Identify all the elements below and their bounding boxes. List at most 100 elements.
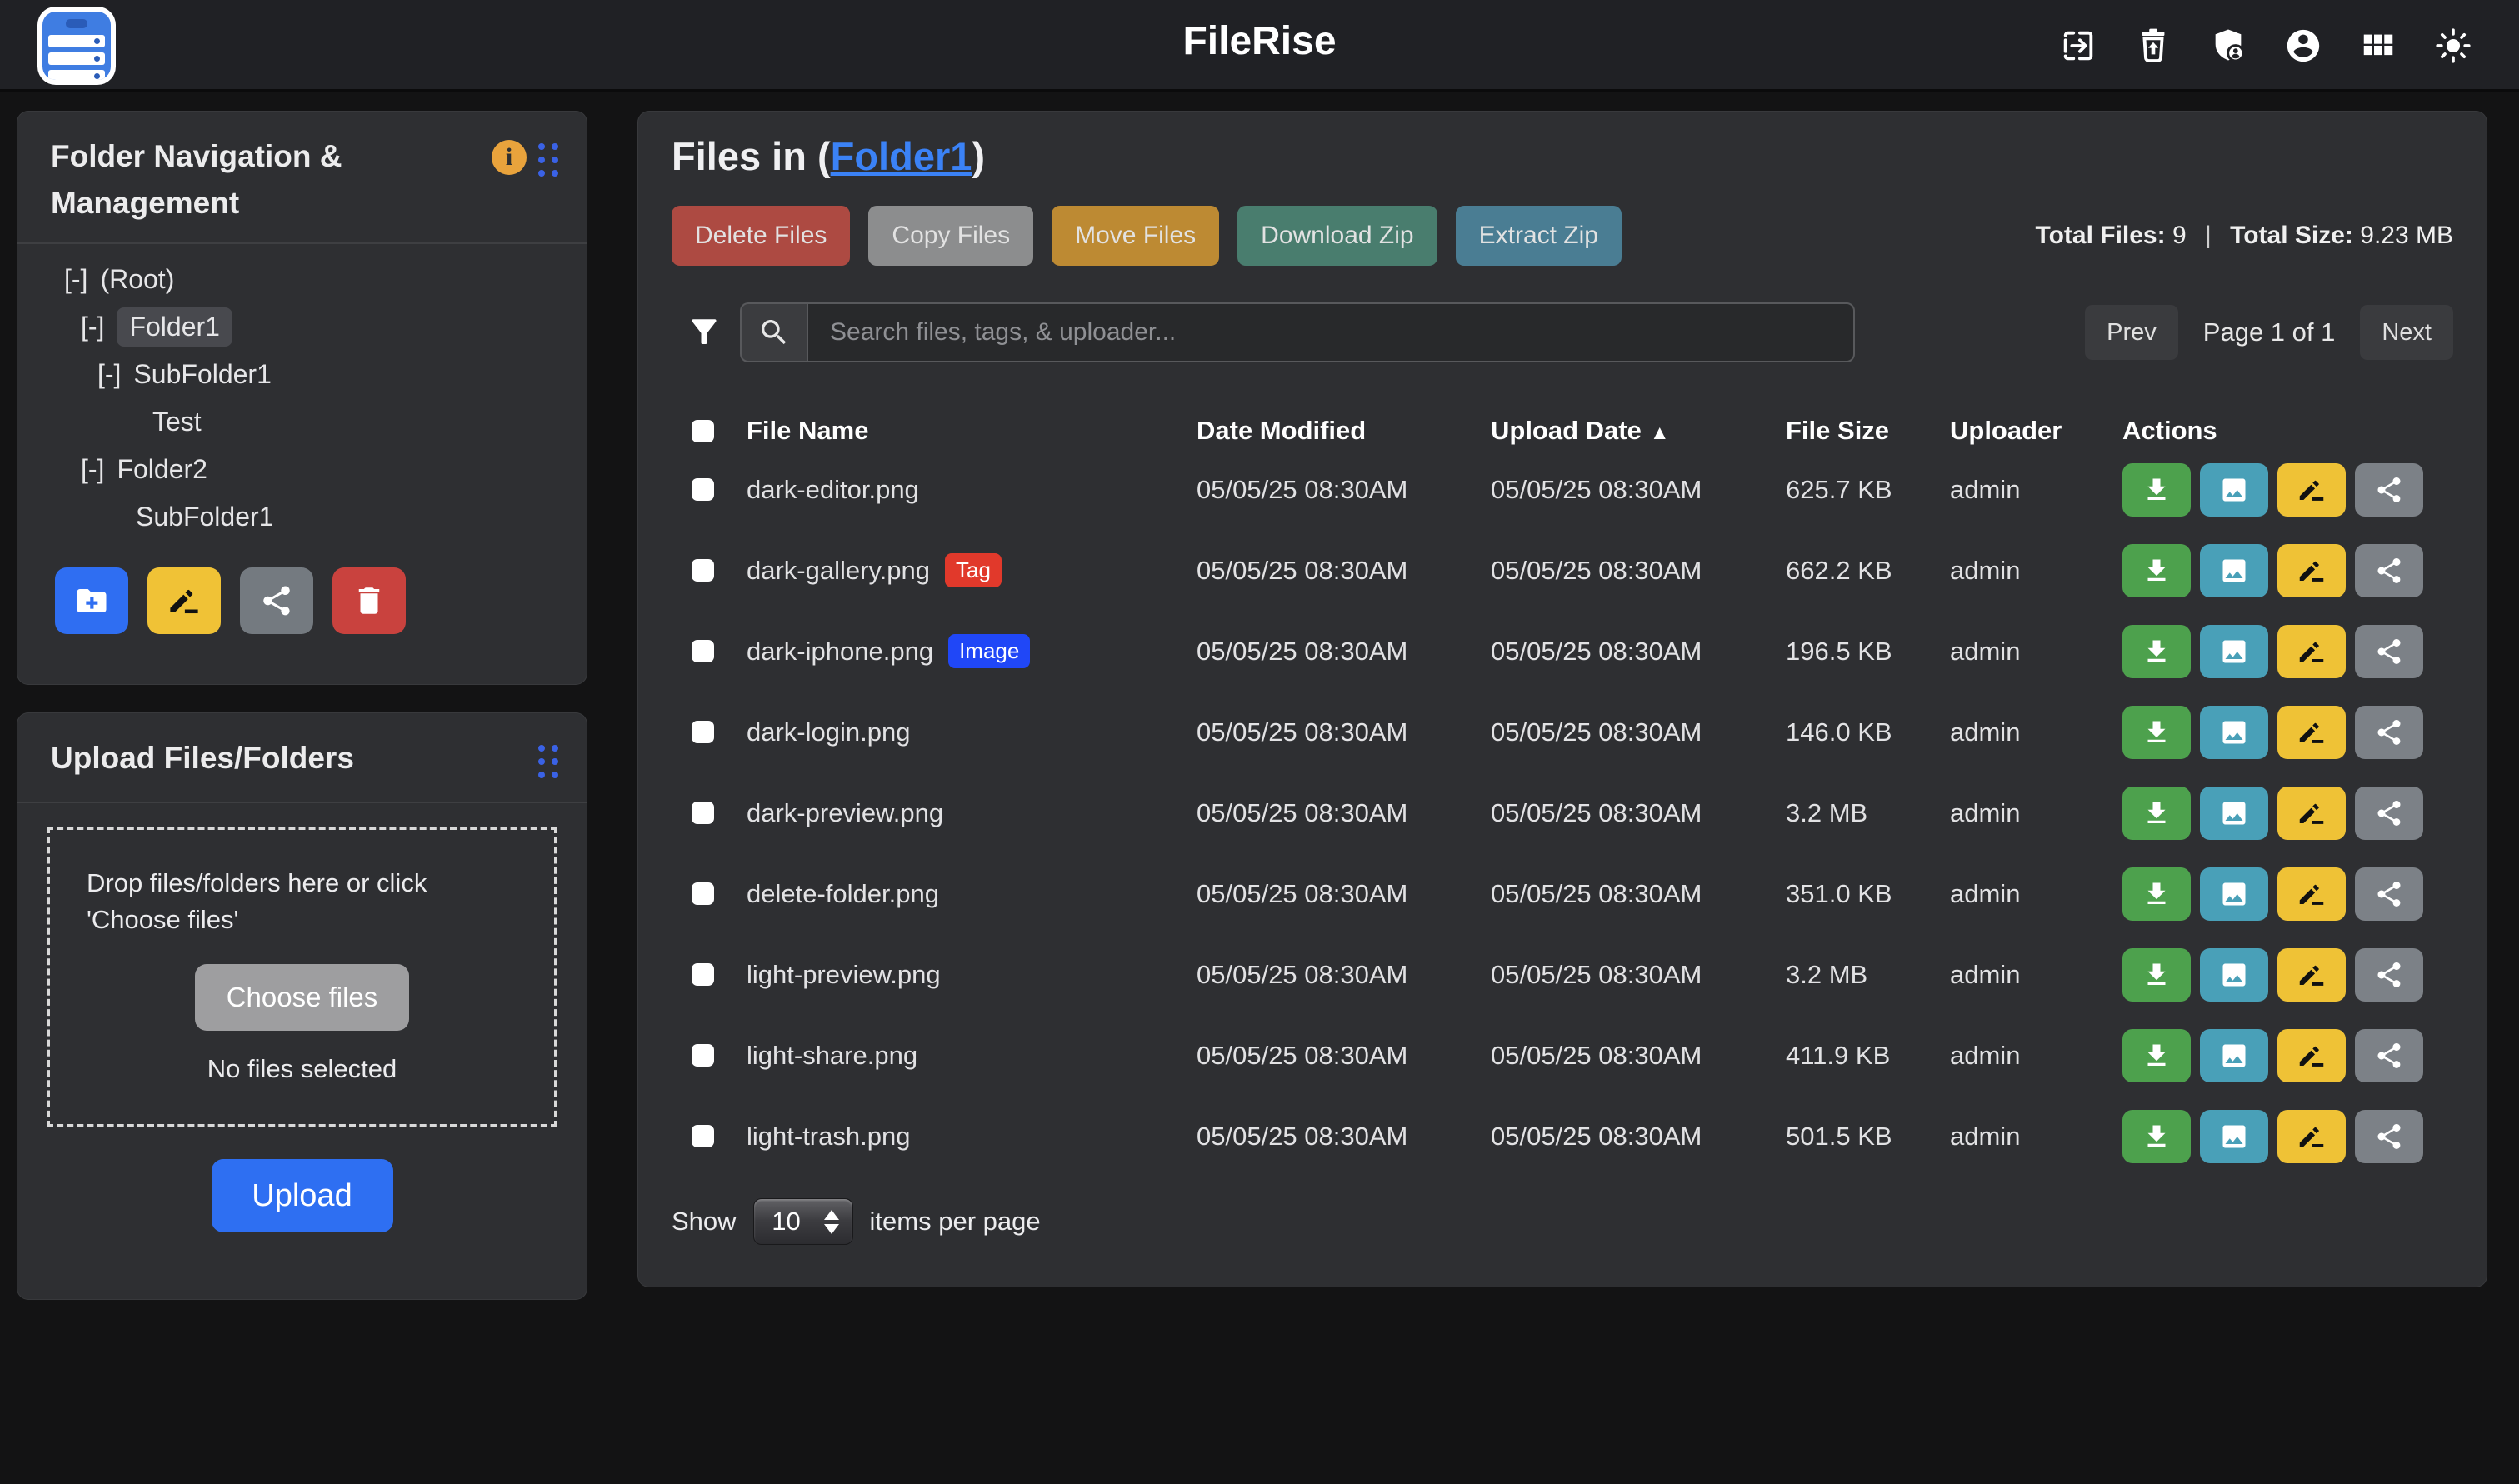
share-file-button[interactable] [2355,948,2423,1002]
share-file-button[interactable] [2355,867,2423,921]
create-folder-button[interactable] [55,567,128,634]
folder-tree-item-subfolder1[interactable]: SubFolder1 [17,493,587,541]
collapse-toggle[interactable]: [-] [64,264,87,295]
drag-handle-icon[interactable] [538,143,558,177]
folder-tree-item-folder2[interactable]: [-]Folder2 [17,446,587,493]
preview-image-button[interactable] [2200,1110,2268,1163]
info-icon[interactable]: i [492,140,527,175]
preview-image-button[interactable] [2200,706,2268,759]
download-file-button[interactable] [2122,544,2191,597]
delete-files-button[interactable]: Delete Files [672,206,850,266]
file-name[interactable]: dark-iphone.png [747,637,933,667]
file-tag-badge: Tag [945,553,1002,587]
rename-file-button[interactable] [2277,867,2346,921]
preview-image-button[interactable] [2200,867,2268,921]
collapse-toggle[interactable]: [-] [81,454,104,485]
extract-zip-button[interactable]: Extract Zip [1456,206,1622,266]
items-per-page-select[interactable]: 10 [753,1198,853,1245]
download-file-button[interactable] [2122,706,2191,759]
preview-image-button[interactable] [2200,787,2268,840]
column-header-actions[interactable]: Actions [2122,416,2453,446]
preview-image-button[interactable] [2200,1029,2268,1082]
search-input[interactable] [807,302,1855,362]
share-file-button[interactable] [2355,1110,2423,1163]
rename-file-button[interactable] [2277,463,2346,517]
file-name[interactable]: dark-preview.png [747,798,943,828]
row-checkbox[interactable] [692,802,714,824]
folder-tree-item-folder1[interactable]: [-]Folder1 [17,303,587,351]
row-checkbox[interactable] [692,559,714,582]
file-name[interactable]: delete-folder.png [747,879,939,909]
row-checkbox[interactable] [692,640,714,662]
rename-file-button[interactable] [2277,948,2346,1002]
row-checkbox[interactable] [692,882,714,905]
search-icon[interactable] [740,302,807,362]
trash-restore-icon[interactable] [2134,27,2172,65]
file-name[interactable]: light-preview.png [747,960,941,990]
file-name[interactable]: light-share.png [747,1041,917,1071]
filter-icon[interactable] [687,315,722,350]
choose-files-button[interactable]: Choose files [195,964,410,1031]
collapse-toggle[interactable]: [-] [81,312,104,342]
share-file-button[interactable] [2355,787,2423,840]
download-file-button[interactable] [2122,625,2191,678]
column-header-date-modified[interactable]: Date Modified [1197,416,1491,446]
next-page-button[interactable]: Next [2360,305,2453,360]
rename-file-button[interactable] [2277,706,2346,759]
current-folder-link[interactable]: Folder1 [831,134,972,178]
row-checkbox[interactable] [692,478,714,501]
download-file-button[interactable] [2122,1029,2191,1082]
upload-dropzone[interactable]: Drop files/folders here or click 'Choose… [47,827,557,1128]
download-file-button[interactable] [2122,463,2191,517]
column-header-upload-date[interactable]: Upload Date▲ [1491,416,1786,446]
folder-tree-item-test[interactable]: Test [17,398,587,446]
row-checkbox[interactable] [692,1125,714,1147]
share-file-button[interactable] [2355,544,2423,597]
download-file-button[interactable] [2122,787,2191,840]
rename-file-button[interactable] [2277,1029,2346,1082]
column-header-uploader[interactable]: Uploader [1950,416,2122,446]
download-file-button[interactable] [2122,867,2191,921]
download-file-button[interactable] [2122,948,2191,1002]
light-mode-icon[interactable] [2434,27,2472,65]
preview-image-button[interactable] [2200,463,2268,517]
share-folder-button[interactable] [240,567,313,634]
delete-folder-button[interactable] [332,567,406,634]
column-header-file-name[interactable]: File Name [747,416,1197,446]
user-profile-icon[interactable] [2284,27,2322,65]
folder-tree-item-subfolder1[interactable]: [-]SubFolder1 [17,351,587,398]
prev-page-button[interactable]: Prev [2085,305,2178,360]
share-file-button[interactable] [2355,463,2423,517]
preview-image-button[interactable] [2200,544,2268,597]
logout-icon[interactable] [2059,27,2097,65]
rename-file-button[interactable] [2277,544,2346,597]
drag-handle-icon[interactable] [538,745,558,778]
preview-image-button[interactable] [2200,948,2268,1002]
file-name[interactable]: dark-gallery.png [747,556,930,586]
download-file-button[interactable] [2122,1110,2191,1163]
share-file-button[interactable] [2355,706,2423,759]
move-files-button[interactable]: Move Files [1052,206,1219,266]
folder-tree-item-root[interactable]: [-](Root) [17,256,587,303]
collapse-toggle[interactable]: [-] [97,359,121,390]
copy-files-button[interactable]: Copy Files [868,206,1033,266]
rename-file-button[interactable] [2277,625,2346,678]
rename-file-button[interactable] [2277,1110,2346,1163]
preview-image-button[interactable] [2200,625,2268,678]
share-file-button[interactable] [2355,625,2423,678]
row-checkbox[interactable] [692,963,714,986]
file-name[interactable]: dark-editor.png [747,475,919,505]
download-zip-button[interactable]: Download Zip [1237,206,1437,266]
upload-button[interactable]: Upload [212,1159,393,1232]
row-checkbox[interactable] [692,1044,714,1067]
rename-file-button[interactable] [2277,787,2346,840]
file-name[interactable]: light-trash.png [747,1122,910,1152]
admin-shield-icon[interactable] [2209,27,2247,65]
rename-folder-button[interactable] [147,567,221,634]
select-all-checkbox[interactable] [692,420,714,442]
column-header-file-size[interactable]: File Size [1786,416,1950,446]
file-name[interactable]: dark-login.png [747,717,910,747]
share-file-button[interactable] [2355,1029,2423,1082]
row-checkbox[interactable] [692,721,714,743]
grid-view-icon[interactable] [2359,27,2397,65]
